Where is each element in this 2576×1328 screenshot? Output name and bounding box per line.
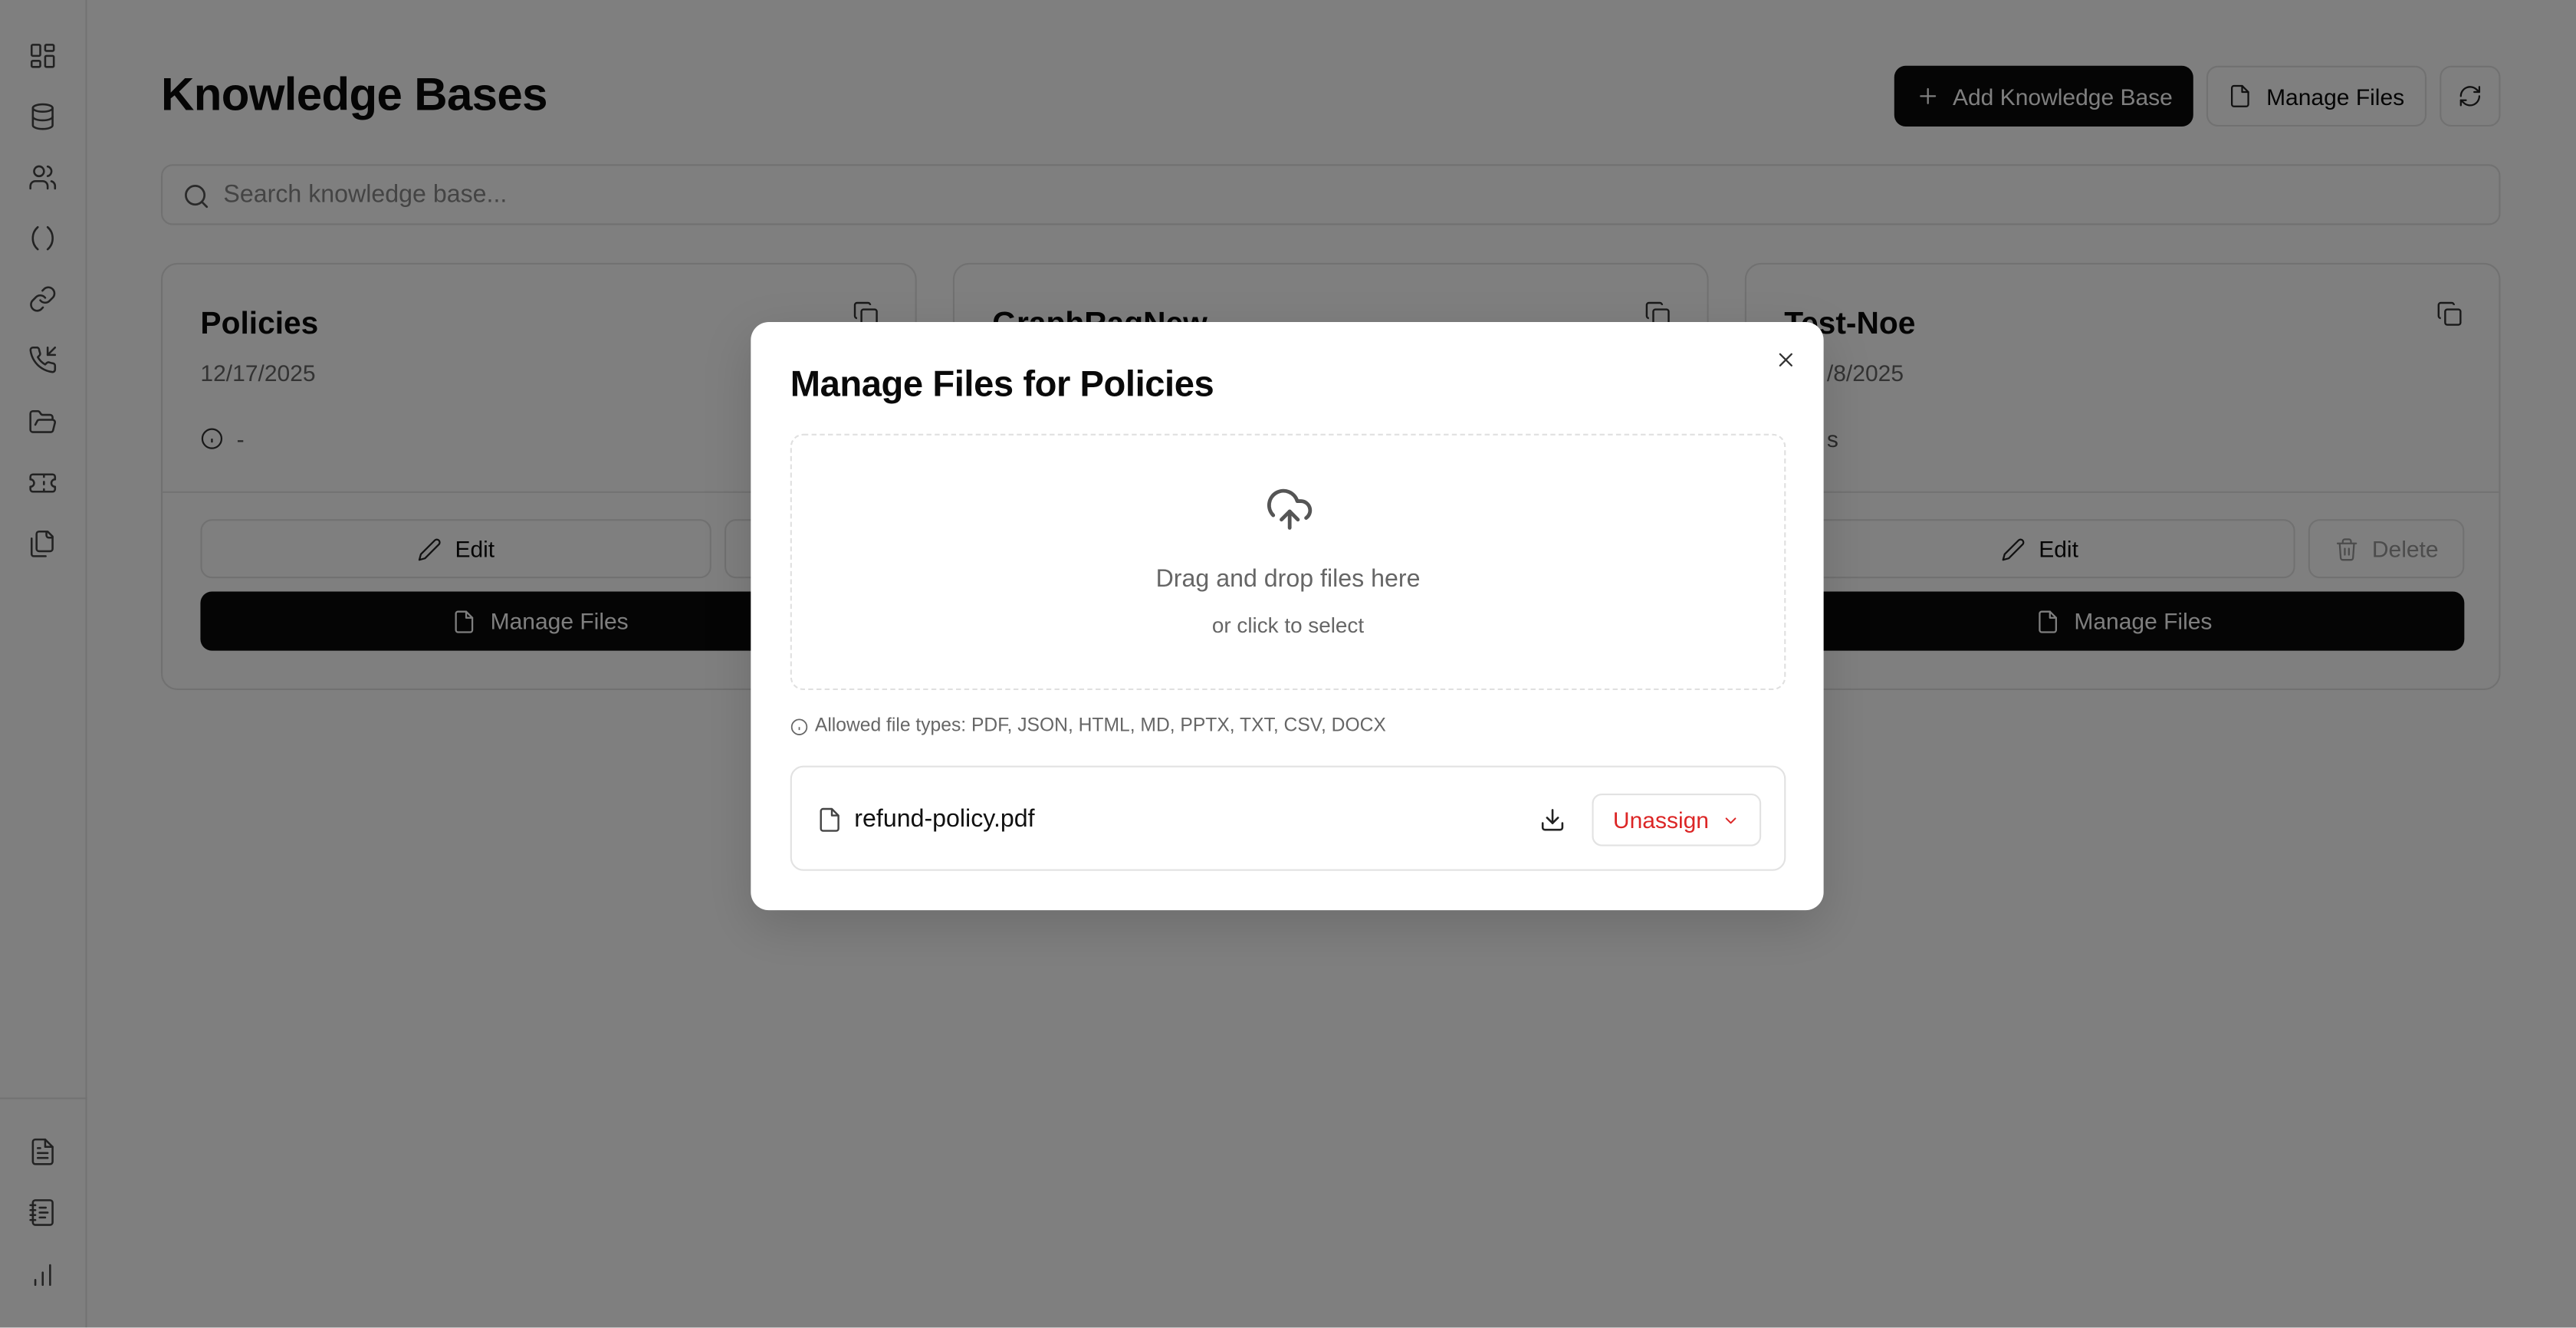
file-name: refund-policy.pdf [854,805,1035,833]
allowed-file-types-text: Allowed file types: PDF, JSON, HTML, MD,… [814,716,1386,737]
download-icon[interactable] [1539,807,1566,833]
unassign-label: Unassign [1612,807,1710,833]
chevron-down-icon [1726,817,1737,823]
allowed-file-types: Allowed file types: PDF, JSON, HTML, MD,… [790,716,1386,736]
close-icon[interactable] [1774,348,1797,371]
file-icon [818,807,841,833]
dialog-title: Manage Files for Policies [790,363,1214,405]
cloud-upload-icon [1263,485,1316,534]
file-row: refund-policy.pdf Unassign [790,765,1786,871]
unassign-dropdown-button[interactable]: Unassign [1592,794,1762,846]
dropzone-sub-text: or click to select [1211,613,1365,638]
file-dropzone[interactable]: Drag and drop files here or click to sel… [790,433,1786,691]
dropzone-main-text: Drag and drop files here [1155,565,1421,593]
manage-files-dialog: Manage Files for Policies Drag and drop … [751,322,1824,911]
app-root: Knowledge Bases Add Knowledge Base Manag… [0,0,2576,1328]
info-icon [790,718,808,735]
